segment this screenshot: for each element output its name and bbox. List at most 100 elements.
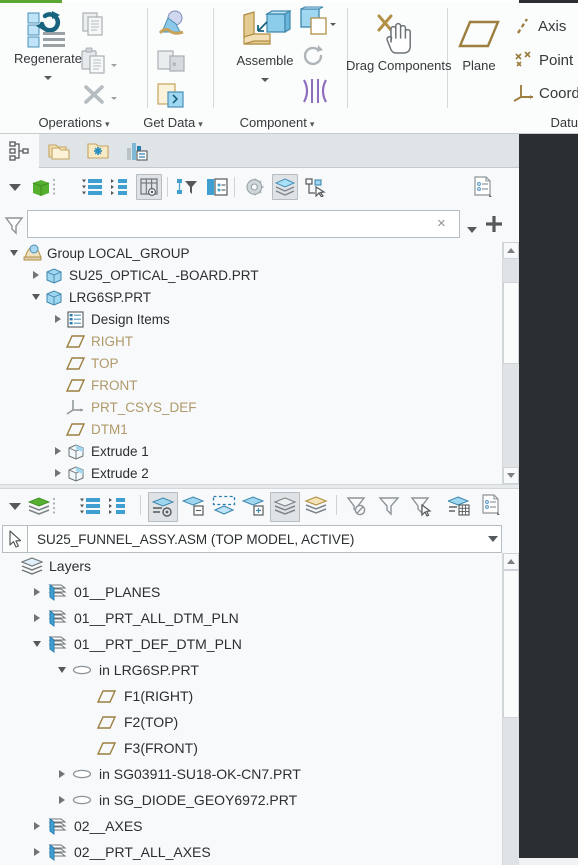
model-tree-item[interactable]: PRT_CSYS_DEF bbox=[0, 396, 519, 418]
layer-tree-item[interactable]: 02__PRT_ALL_AXES bbox=[0, 839, 519, 865]
model-tree-scrollbar[interactable] bbox=[502, 242, 519, 484]
layer-tree-item[interactable]: F1(RIGHT) bbox=[0, 683, 519, 709]
repeat-button[interactable] bbox=[299, 44, 329, 72]
chevron-right-icon[interactable] bbox=[50, 440, 66, 462]
model-tree-item[interactable]: Extrude 1 bbox=[0, 440, 519, 462]
datum-plane-button[interactable]: Plane bbox=[448, 10, 510, 73]
copy-button[interactable] bbox=[79, 9, 109, 39]
chevron-right-icon[interactable] bbox=[29, 581, 45, 603]
collapse-all-button[interactable] bbox=[106, 174, 132, 200]
hide-layers-button[interactable] bbox=[302, 493, 330, 519]
history-tab[interactable] bbox=[117, 134, 156, 168]
layers-collapse-all[interactable] bbox=[104, 493, 130, 519]
chevron-down-icon[interactable] bbox=[54, 659, 70, 681]
layer-properties-button[interactable] bbox=[148, 492, 178, 522]
tree-handle[interactable] bbox=[48, 174, 60, 200]
clear-filter-icon[interactable]: × bbox=[437, 216, 446, 231]
layers-scroll-thumb[interactable] bbox=[503, 570, 519, 718]
chevron-right-icon[interactable] bbox=[54, 789, 70, 811]
shrinkwrap-button[interactable] bbox=[154, 80, 190, 112]
expand-all-button[interactable] bbox=[80, 174, 106, 200]
layer-tree-item[interactable]: F3(FRONT) bbox=[0, 735, 519, 761]
model-tree-item[interactable]: Group LOCAL_GROUP bbox=[0, 242, 519, 264]
layer-tree-item[interactable]: Layers bbox=[0, 553, 519, 579]
unhide-all-button[interactable] bbox=[344, 493, 370, 519]
layers-toggle-button[interactable] bbox=[272, 174, 298, 200]
model-tree-dropdown[interactable] bbox=[2, 174, 28, 200]
model-tree-item[interactable]: LRG6SP.PRT bbox=[0, 286, 519, 308]
folder-browser-tab[interactable] bbox=[39, 134, 78, 168]
model-tree-item[interactable]: RIGHT bbox=[0, 330, 519, 352]
scroll-thumb[interactable] bbox=[503, 282, 519, 364]
layers-tree-list[interactable]: Layers 01__PLANES 01__PRT_ALL_DTM_PLN 01__P… bbox=[0, 553, 519, 865]
chevron-down-icon[interactable] bbox=[28, 286, 44, 308]
model-tree-item[interactable]: Design Items bbox=[0, 308, 519, 330]
tree-info-button[interactable] bbox=[470, 174, 496, 200]
chevron-right-icon[interactable] bbox=[29, 841, 45, 863]
datum-axis-button[interactable]: Axis bbox=[512, 10, 578, 42]
assemble-caret[interactable] bbox=[218, 71, 312, 89]
paste-button[interactable] bbox=[79, 46, 109, 76]
delete-caret[interactable] bbox=[111, 90, 117, 108]
layer-tree-item[interactable]: 02__AXES bbox=[0, 813, 519, 839]
layer-tree-item[interactable]: in SG_DIODE_GEOY6972.PRT bbox=[0, 787, 519, 813]
model-selector-value[interactable]: SU25_FUNNEL_ASSY.ASM (TOP MODEL, ACTIVE) bbox=[28, 525, 502, 553]
model-tree-item[interactable]: TOP bbox=[0, 352, 519, 374]
layer-tree-item[interactable]: 01__PRT_DEF_DTM_PLN bbox=[0, 631, 519, 657]
paste-caret[interactable] bbox=[111, 57, 117, 75]
chevron-right-icon[interactable] bbox=[29, 607, 45, 629]
layer-tree-item[interactable]: in LRG6SP.PRT bbox=[0, 657, 519, 683]
add-filter-button[interactable] bbox=[484, 214, 504, 239]
model-selector-dropdown[interactable] bbox=[484, 525, 502, 553]
filter-select-button[interactable] bbox=[408, 493, 434, 519]
layer-tree-item[interactable]: 01__PLANES bbox=[0, 579, 519, 605]
chevron-right-icon[interactable] bbox=[29, 815, 45, 837]
layers-handle[interactable] bbox=[48, 493, 60, 519]
pointer-select-button[interactable] bbox=[2, 525, 28, 553]
filter-dropdown-button[interactable] bbox=[467, 221, 477, 239]
model-tree-item[interactable]: Extrude 2 bbox=[0, 462, 519, 484]
layer-add-item-button[interactable] bbox=[240, 493, 268, 519]
model-tree-item[interactable]: DTM1 bbox=[0, 418, 519, 440]
scroll-up-button[interactable] bbox=[503, 242, 519, 259]
chevron-right-icon[interactable] bbox=[50, 462, 66, 484]
model-tree-item[interactable]: SU25_OPTICAL_-BOARD.PRT bbox=[0, 264, 519, 286]
chevron-right-icon[interactable] bbox=[50, 308, 66, 330]
tree-search-button[interactable] bbox=[204, 174, 230, 200]
datum-point-button[interactable]: Point bbox=[512, 44, 578, 76]
graphics-area[interactable] bbox=[519, 134, 578, 865]
layer-columns-button[interactable] bbox=[446, 493, 474, 519]
chevron-right-icon[interactable] bbox=[54, 763, 70, 785]
drag-components-button[interactable]: Drag Components bbox=[346, 8, 452, 75]
model-tree-list[interactable]: Group LOCAL_GROUP SU25_OPTICAL_-BOARD.PRT… bbox=[0, 242, 519, 484]
layer-select-button[interactable] bbox=[210, 493, 238, 519]
layers-expand-all[interactable] bbox=[78, 493, 104, 519]
mirror-component-button[interactable] bbox=[299, 76, 331, 106]
chevron-down-icon[interactable] bbox=[29, 633, 45, 655]
chevron-down-icon[interactable] bbox=[6, 242, 22, 264]
model-tree-tab[interactable] bbox=[0, 134, 39, 168]
merge-inheritance-button[interactable]: × bbox=[154, 45, 190, 77]
favorites-tab[interactable] bbox=[78, 134, 117, 168]
datum-csys-button[interactable]: Coordin bbox=[512, 77, 578, 109]
scroll-down-button[interactable] bbox=[503, 467, 519, 484]
layers-scroll-up-button[interactable] bbox=[503, 553, 519, 570]
chevron-right-icon[interactable] bbox=[28, 264, 44, 286]
create-component-caret[interactable] bbox=[330, 16, 336, 34]
layer-tree-item[interactable]: F2(TOP) bbox=[0, 709, 519, 735]
create-component-button[interactable] bbox=[298, 6, 332, 38]
layers-dropdown[interactable] bbox=[2, 493, 28, 519]
search-input[interactable] bbox=[27, 210, 460, 238]
tree-filters-button[interactable] bbox=[174, 174, 200, 200]
import-button[interactable] bbox=[154, 8, 190, 42]
new-layer-button[interactable] bbox=[180, 493, 208, 519]
layer-info-button[interactable] bbox=[478, 492, 504, 518]
model-tree-item[interactable]: FRONT bbox=[0, 374, 519, 396]
layers-scrollbar[interactable] bbox=[502, 553, 519, 865]
isolate-button[interactable] bbox=[376, 493, 402, 519]
layer-tree-item[interactable]: 01__PRT_ALL_DTM_PLN bbox=[0, 605, 519, 631]
show-layers-button[interactable] bbox=[270, 492, 300, 522]
layer-tree-item[interactable]: in SG03911-SU18-OK-CN7.PRT bbox=[0, 761, 519, 787]
tree-columns-button[interactable] bbox=[136, 174, 162, 200]
settings-button[interactable] bbox=[242, 174, 268, 200]
